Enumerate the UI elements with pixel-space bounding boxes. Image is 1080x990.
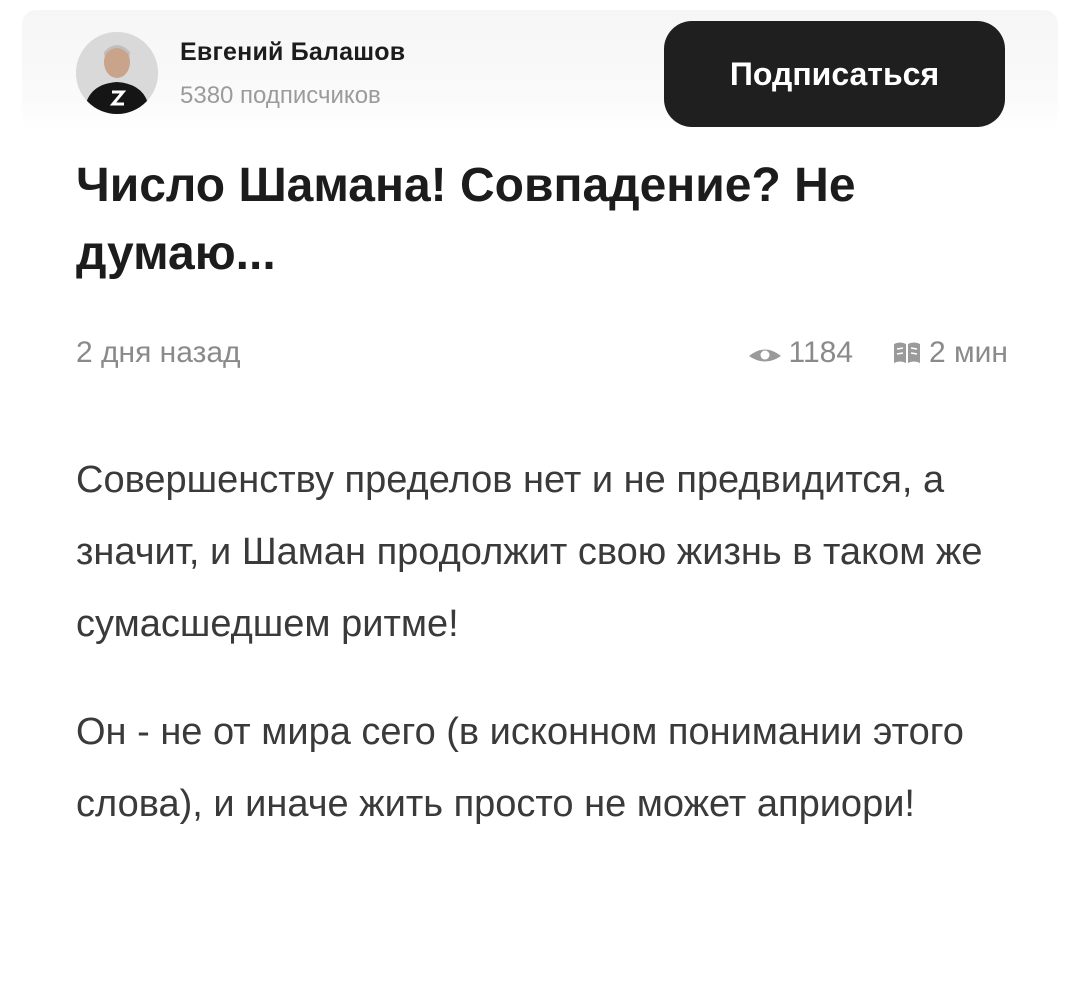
- view-count: 1184: [788, 336, 854, 369]
- avatar-image: [76, 32, 158, 114]
- publish-date: 2 дня назад: [76, 336, 241, 369]
- book-icon: [891, 339, 923, 367]
- read-time: 2 мин: [929, 336, 1008, 369]
- subscriber-count: 5380 подписчиков: [180, 82, 381, 109]
- article-paragraph: Совершенству пределов нет и не предвидит…: [76, 459, 983, 645]
- article-body: Совершенству пределов нет и не предвидит…: [76, 444, 1016, 876]
- article-title: Число Шамана! Совпадение? Не думаю...: [76, 159, 856, 280]
- author-name[interactable]: Евгений Балашов: [180, 38, 405, 67]
- eye-icon: [747, 341, 783, 365]
- article-paragraph: Он - не от мира сего (в исконном пониман…: [76, 711, 964, 825]
- author-avatar[interactable]: [76, 32, 158, 114]
- subscribe-button[interactable]: Подписаться: [664, 21, 1005, 127]
- article-stats: 1184 2 мин: [747, 336, 1008, 370]
